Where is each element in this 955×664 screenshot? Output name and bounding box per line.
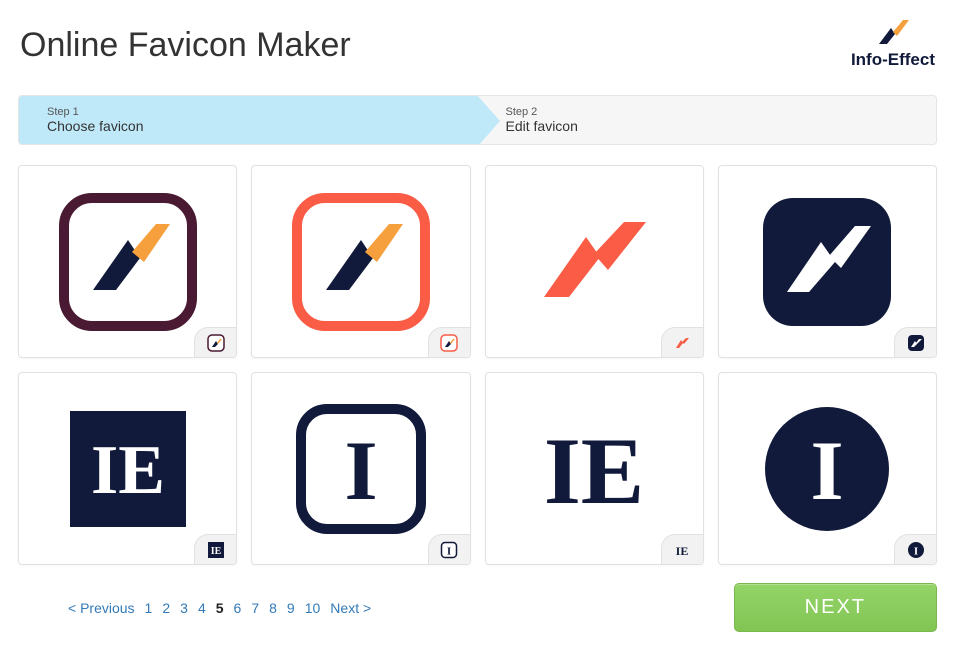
svg-text:I: I bbox=[811, 424, 844, 518]
favicon-preview-icon bbox=[524, 192, 664, 332]
favicon-small-icon bbox=[207, 334, 225, 352]
pagination-page-1[interactable]: 1 bbox=[145, 600, 153, 616]
favicon-option-7[interactable]: IE IE bbox=[485, 372, 704, 565]
favicon-option-8[interactable]: I I bbox=[718, 372, 937, 565]
step-2-edit-favicon[interactable]: Step 2 Edit favicon bbox=[478, 96, 937, 144]
pagination-prev[interactable]: < Previous bbox=[68, 600, 135, 616]
favicon-option-2[interactable] bbox=[251, 165, 470, 358]
step-2-small: Step 2 bbox=[506, 106, 919, 118]
favicon-small-icon: IE bbox=[207, 541, 225, 559]
favicon-option-3[interactable] bbox=[485, 165, 704, 358]
favicon-option-1[interactable] bbox=[18, 165, 237, 358]
favicon-preview-icon: IE bbox=[524, 399, 664, 539]
svg-text:I: I bbox=[344, 424, 377, 518]
favicon-small-preview: I bbox=[428, 534, 470, 564]
brand-logo-icon bbox=[873, 20, 913, 48]
favicon-small-preview: IE bbox=[194, 534, 236, 564]
svg-text:I: I bbox=[913, 545, 917, 557]
favicon-small-icon: I bbox=[907, 541, 925, 559]
favicon-preview-icon: I bbox=[291, 399, 431, 539]
next-button[interactable]: NEXT bbox=[734, 583, 937, 632]
pagination: < Previous 1 2 3 4 5 6 7 8 9 10 Next > bbox=[18, 600, 371, 616]
pagination-page-7[interactable]: 7 bbox=[251, 600, 259, 616]
step-2-main: Edit favicon bbox=[506, 118, 919, 134]
favicon-small-preview bbox=[894, 327, 936, 357]
page-title: Online Favicon Maker bbox=[20, 26, 351, 65]
pagination-page-6[interactable]: 6 bbox=[234, 600, 242, 616]
svg-text:IE: IE bbox=[544, 418, 644, 524]
favicon-small-icon bbox=[673, 334, 691, 352]
favicon-option-6[interactable]: I I bbox=[251, 372, 470, 565]
favicon-small-preview bbox=[661, 327, 703, 357]
favicon-option-4[interactable] bbox=[718, 165, 937, 358]
pagination-page-2[interactable]: 2 bbox=[162, 600, 170, 616]
pagination-page-5-current: 5 bbox=[216, 600, 224, 616]
step-1-choose-favicon[interactable]: Step 1 Choose favicon bbox=[19, 96, 478, 144]
step-1-main: Choose favicon bbox=[47, 118, 460, 134]
favicon-small-preview: IE bbox=[661, 534, 703, 564]
svg-text:IE: IE bbox=[91, 432, 165, 509]
favicon-small-icon: I bbox=[440, 541, 458, 559]
favicon-small-icon bbox=[907, 334, 925, 352]
favicon-small-preview: I bbox=[894, 534, 936, 564]
brand-name: Info-Effect bbox=[851, 50, 935, 70]
pagination-page-9[interactable]: 9 bbox=[287, 600, 295, 616]
favicon-small-preview bbox=[428, 327, 470, 357]
svg-text:IE: IE bbox=[210, 546, 221, 557]
svg-text:IE: IE bbox=[676, 544, 689, 558]
favicon-preview-icon: I bbox=[757, 399, 897, 539]
favicon-preview-icon bbox=[757, 192, 897, 332]
pagination-page-10[interactable]: 10 bbox=[305, 600, 321, 616]
pagination-page-4[interactable]: 4 bbox=[198, 600, 206, 616]
pagination-page-3[interactable]: 3 bbox=[180, 600, 188, 616]
favicon-grid: IE IE I I IE IE bbox=[0, 165, 955, 565]
step-wizard: Step 1 Choose favicon Step 2 Edit favico… bbox=[18, 95, 937, 145]
svg-text:I: I bbox=[447, 545, 451, 557]
favicon-preview-icon bbox=[58, 192, 198, 332]
step-1-small: Step 1 bbox=[47, 106, 460, 118]
pagination-page-8[interactable]: 8 bbox=[269, 600, 277, 616]
favicon-small-icon bbox=[440, 334, 458, 352]
favicon-preview-icon bbox=[291, 192, 431, 332]
favicon-preview-icon: IE bbox=[58, 399, 198, 539]
favicon-small-preview bbox=[194, 327, 236, 357]
favicon-small-icon: IE bbox=[673, 541, 691, 559]
brand-logo: Info-Effect bbox=[851, 20, 935, 70]
pagination-next[interactable]: Next > bbox=[330, 600, 371, 616]
favicon-option-5[interactable]: IE IE bbox=[18, 372, 237, 565]
